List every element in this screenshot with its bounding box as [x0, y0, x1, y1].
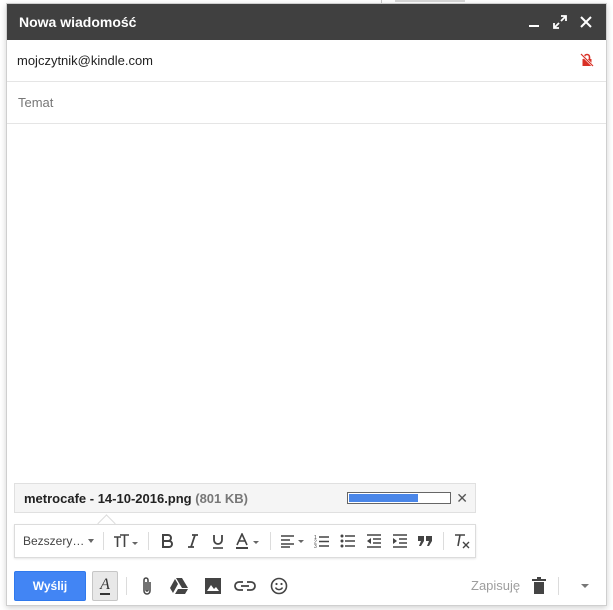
recipients-field[interactable]: mojczytnik@kindle.com	[7, 40, 606, 82]
compose-bottom-toolbar: Wyślij A Zapisuję	[7, 565, 606, 607]
minimize-icon[interactable]	[522, 10, 546, 34]
indent-more-icon[interactable]	[387, 529, 413, 553]
toolbar-separator	[147, 532, 149, 550]
insert-drive-icon[interactable]	[167, 574, 191, 598]
formatting-options-icon[interactable]: A	[92, 571, 118, 601]
toolbar-separator	[103, 532, 105, 550]
remove-attachment-icon[interactable]: ✕	[456, 490, 468, 507]
align-icon[interactable]	[276, 529, 310, 553]
background-text-fragment	[395, 0, 465, 2]
compose-titlebar[interactable]: Nowa wiadomość	[7, 4, 606, 40]
subject-field[interactable]	[7, 82, 606, 124]
toolbar-divider	[558, 577, 559, 595]
bold-icon[interactable]	[154, 529, 180, 553]
more-options-icon[interactable]	[573, 574, 597, 598]
text-size-icon[interactable]	[109, 529, 143, 553]
chevron-down-icon	[88, 539, 95, 543]
quote-icon[interactable]	[412, 529, 438, 553]
svg-text:3: 3	[314, 544, 317, 548]
insert-photo-icon[interactable]	[201, 574, 225, 598]
discard-draft-icon[interactable]	[527, 574, 551, 598]
attachment-filename: metrocafe - 14-10-2016.png	[24, 491, 192, 506]
toolbar-separator	[269, 532, 271, 550]
compose-title: Nowa wiadomość	[19, 14, 137, 30]
message-body[interactable]	[7, 124, 606, 479]
compose-window: Nowa wiadomość mojczytnik@kindle.com Tem…	[6, 3, 607, 606]
popout-icon[interactable]	[548, 10, 572, 34]
insert-emoji-icon[interactable]	[267, 574, 291, 598]
send-button[interactable]: Wyślij	[14, 571, 86, 601]
attachment-chip[interactable]: metrocafe - 14-10-2016.png (801 KB) ✕	[14, 483, 476, 513]
attachment-name-line: metrocafe - 14-10-2016.png (801 KB)	[24, 491, 248, 506]
text-color-icon[interactable]	[231, 529, 265, 553]
recipient-address[interactable]: mojczytnik@kindle.com	[17, 53, 153, 68]
underline-icon[interactable]	[205, 529, 231, 553]
upload-progress-bar	[347, 492, 451, 504]
attachment-size: (801 KB)	[195, 491, 248, 506]
close-icon[interactable]	[574, 10, 598, 34]
save-status: Zapisuję	[471, 578, 521, 593]
toolbar-divider	[126, 577, 127, 595]
upload-progress-fill	[349, 494, 419, 502]
subject-input[interactable]	[16, 94, 580, 111]
insert-link-icon[interactable]	[233, 574, 257, 598]
formatting-toolbar: Bezszery… 1 2 3	[14, 524, 476, 558]
bulleted-list-icon[interactable]	[335, 529, 361, 553]
font-selector[interactable]: Bezszery…	[23, 534, 98, 548]
formatting-letter-icon: A	[100, 576, 110, 595]
italic-icon[interactable]	[180, 529, 206, 553]
indent-less-icon[interactable]	[361, 529, 387, 553]
window-controls	[520, 4, 598, 40]
toolbar-separator	[443, 532, 445, 550]
numbered-list-icon[interactable]: 1 2 3	[309, 529, 335, 553]
attach-file-icon[interactable]	[135, 574, 159, 598]
lock-off-icon[interactable]	[580, 53, 594, 72]
font-selector-label: Bezszery…	[23, 534, 85, 548]
remove-formatting-icon[interactable]	[449, 529, 475, 553]
